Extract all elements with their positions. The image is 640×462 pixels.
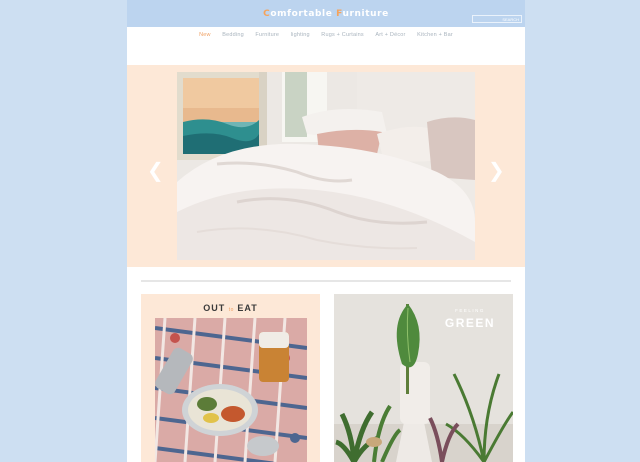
nav-item-rugs-curtains[interactable]: Rugs + Curtains bbox=[321, 32, 364, 38]
page-container: Comfortable Furniture SEARCH New Bedding… bbox=[127, 0, 525, 462]
nav-item-new[interactable]: New bbox=[199, 32, 211, 38]
carousel-next-button[interactable]: ❯ bbox=[488, 160, 505, 180]
nav-item-lighting[interactable]: lighting bbox=[291, 32, 310, 38]
header-bar: Comfortable Furniture SEARCH bbox=[127, 0, 525, 27]
chevron-right-icon: ❯ bbox=[488, 158, 505, 182]
nav-item-furniture[interactable]: Furniture bbox=[255, 32, 279, 38]
hero-carousel: ❮ ❯ bbox=[127, 65, 525, 267]
nav-item-bedding[interactable]: Bedding bbox=[222, 32, 244, 38]
picnic-image bbox=[155, 318, 307, 462]
hero-image-bedroom[interactable] bbox=[177, 72, 475, 260]
promo-title-out-to-eat: OUT to EAT bbox=[203, 303, 258, 313]
main-nav: New Bedding Furniture lighting Rugs + Cu… bbox=[127, 32, 525, 38]
nav-item-kitchen-bar[interactable]: Kitchen + Bar bbox=[417, 32, 453, 38]
site-logo[interactable]: Comfortable Furniture bbox=[127, 9, 525, 19]
logo-word-2: urniture bbox=[342, 9, 389, 19]
promo-title-green: GREEN bbox=[444, 316, 496, 330]
logo-word-1: omfortable bbox=[270, 9, 337, 19]
search-button[interactable]: SEARCH bbox=[502, 16, 519, 23]
promo-kicker-feeling: FEELING bbox=[455, 308, 485, 313]
promo-card-feeling-green[interactable]: FEELING GREEN bbox=[334, 294, 513, 462]
section-divider bbox=[141, 280, 511, 282]
promo-card-out-to-eat[interactable]: OUT to EAT bbox=[141, 294, 320, 462]
carousel-prev-button[interactable]: ❮ bbox=[147, 160, 164, 180]
search-input[interactable]: SEARCH bbox=[472, 15, 522, 23]
nav-item-art-decor[interactable]: Art + Décor bbox=[375, 32, 405, 38]
chevron-left-icon: ❮ bbox=[147, 158, 164, 182]
